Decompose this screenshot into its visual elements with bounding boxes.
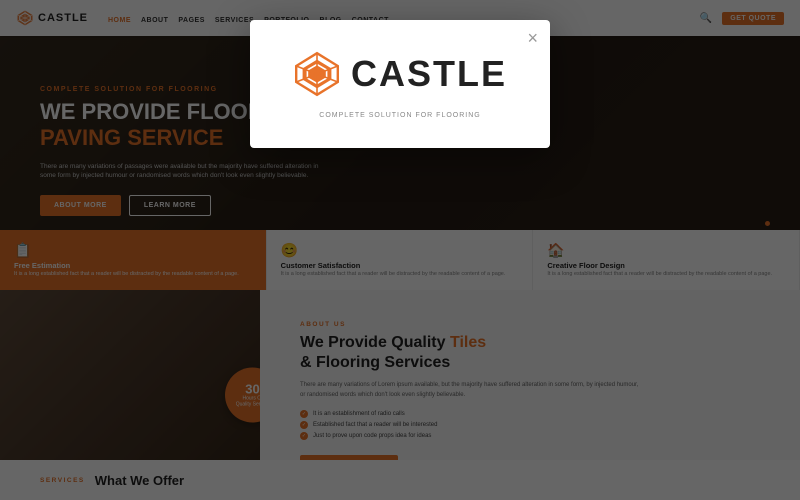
modal-logo-icon xyxy=(293,50,341,98)
modal-logo-text: CASTLE xyxy=(351,53,507,95)
modal-overlay[interactable]: × CASTLE COMPLETE SOLUTION FOR FLOORING xyxy=(0,0,800,500)
modal-box: × CASTLE COMPLETE SOLUTION FOR FLOORING xyxy=(250,20,550,148)
modal-close-button[interactable]: × xyxy=(527,28,538,49)
modal-subtitle: COMPLETE SOLUTION FOR FLOORING xyxy=(319,112,480,119)
modal-logo: CASTLE xyxy=(293,50,507,98)
